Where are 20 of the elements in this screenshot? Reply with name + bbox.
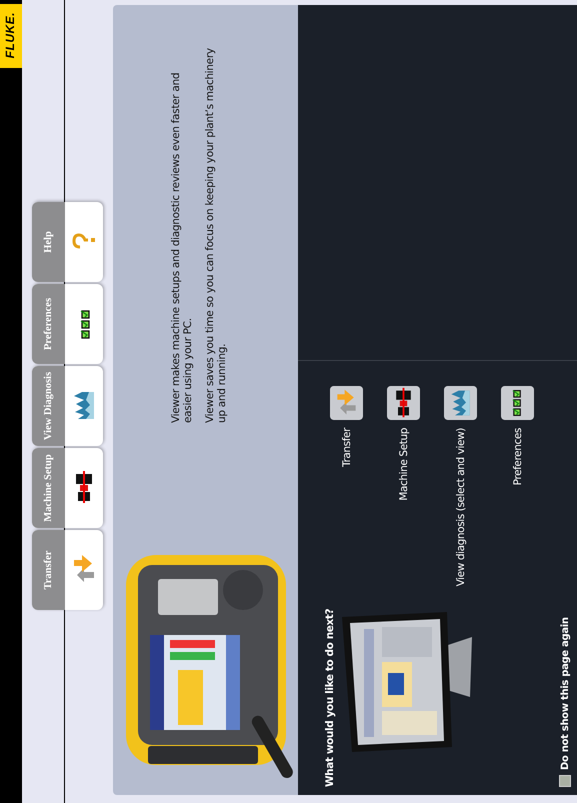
toolbar-tab[interactable]: View Diagnosis [32,366,103,446]
brand-logo: FLUKE. [0,4,22,68]
checkboxes-icon [501,386,534,420]
intro-paragraph: Viewer saves you time so you can focus on keeping your plant’s machinery up and running. [204,47,228,423]
menu-option[interactable]: View diagnosis (select and view) [444,386,477,586]
spectrum-icon [444,386,477,420]
intro-paragraph: Viewer makes machine setups and diagnostic reviews even faster and easier using your PC. [170,72,194,423]
prompt-title: What would you like to do next? [324,608,336,787]
checkboxes-icon [78,309,90,339]
arrows-icon [330,386,363,420]
checkbox[interactable] [559,775,571,787]
checkbox-label: Do not show this page again [560,617,570,770]
toolbar-tab[interactable]: Transfer [32,530,103,610]
toolbar-tab[interactable]: Preferences [32,284,103,364]
menu-option[interactable]: Preferences [501,386,534,486]
menu-option[interactable]: Machine Setup [387,386,420,501]
toolbar-tab[interactable]: Machine Setup [32,448,103,528]
shaft-icon [387,386,420,420]
menu-option[interactable]: Transfer [330,386,363,468]
toolbar-tab[interactable]: Help [32,202,103,282]
